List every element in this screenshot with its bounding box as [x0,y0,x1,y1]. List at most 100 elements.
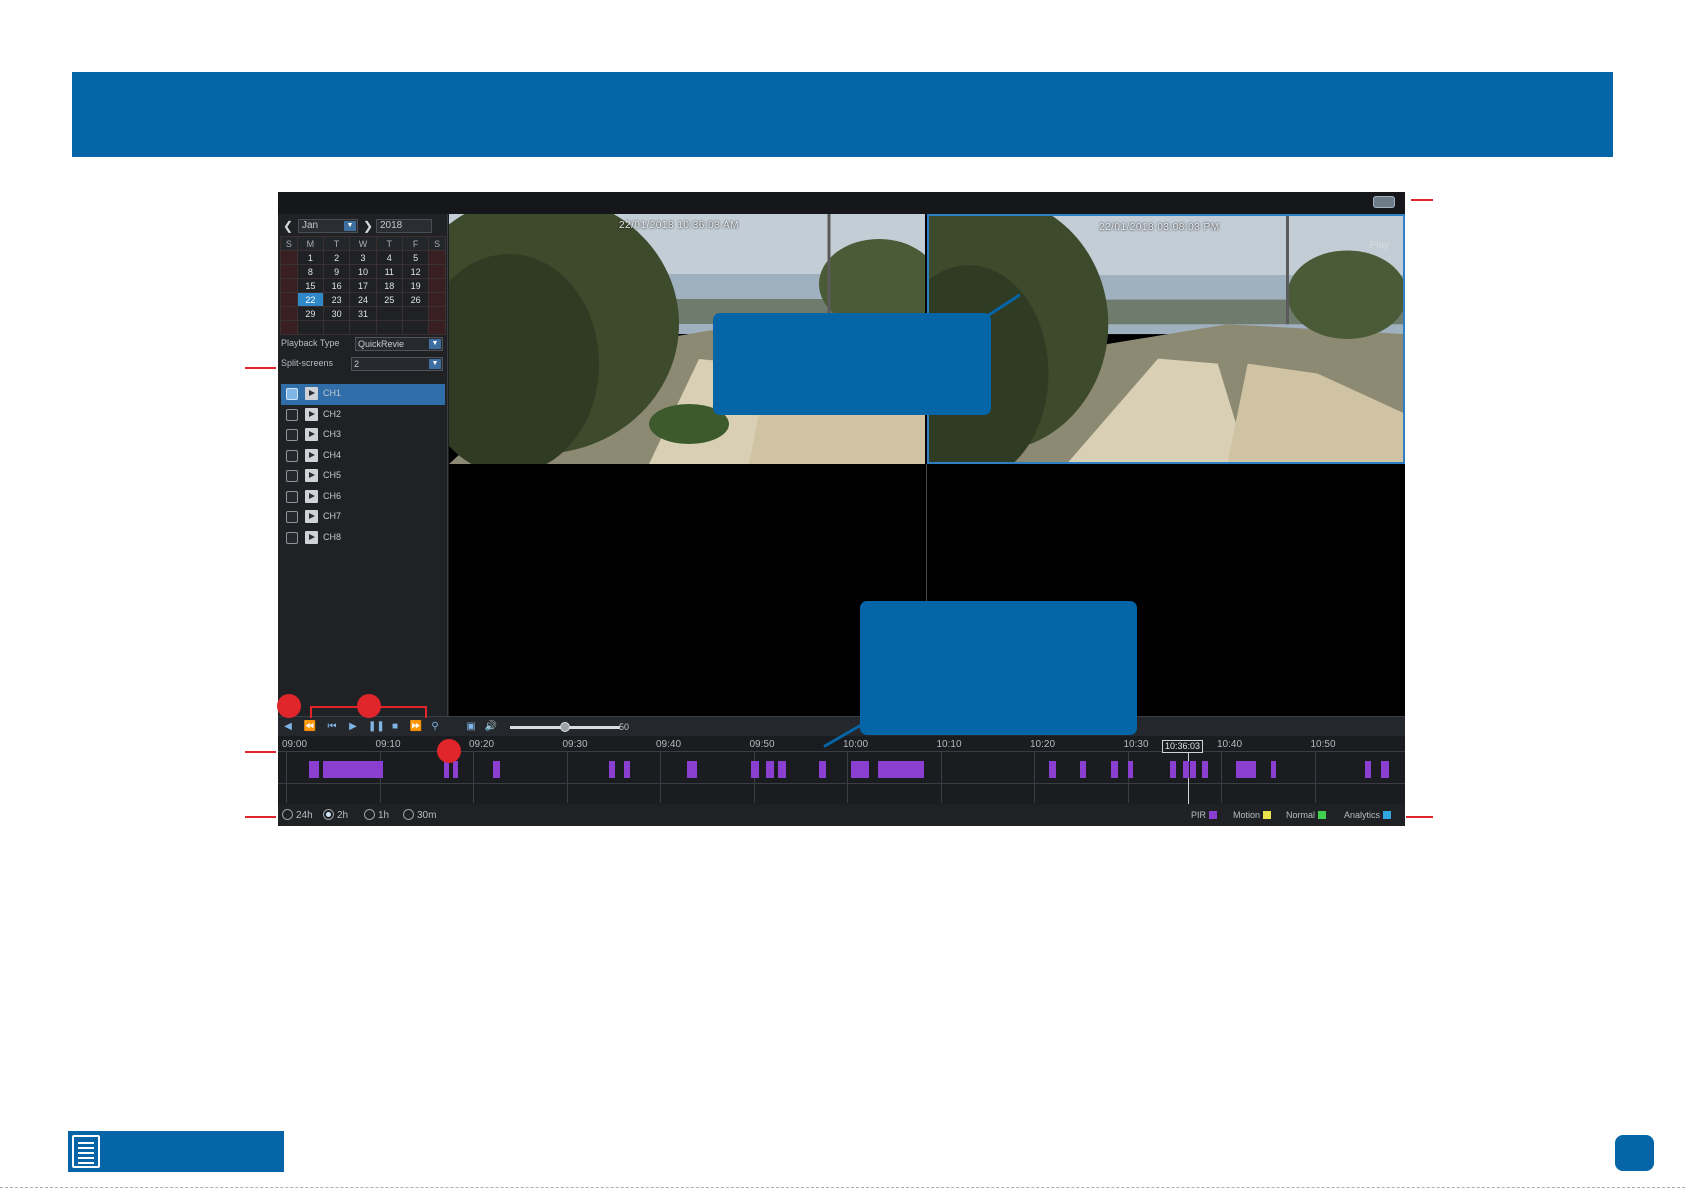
calendar-day[interactable]: 5 [401,250,430,265]
pir-recording-segment[interactable] [1111,761,1118,778]
calendar-day[interactable]: 17 [349,278,377,293]
calendar-day[interactable] [401,320,430,335]
pir-recording-segment[interactable] [453,761,458,778]
pir-recording-segment[interactable] [609,761,615,778]
calendar-day[interactable] [280,306,298,321]
pir-recording-segment[interactable] [493,761,500,778]
calendar-day[interactable]: 2 [323,250,351,265]
calendar-day[interactable]: 3 [349,250,377,265]
calendar-day[interactable]: 22 [296,292,325,307]
calendar-day[interactable] [401,306,430,321]
calendar-day[interactable]: 18 [375,278,403,293]
pir-recording-segment[interactable] [323,761,383,778]
calendar-day[interactable]: 11 [375,264,403,279]
calendar-day[interactable] [280,278,298,293]
month-select[interactable]: Jan ▼ [298,219,358,233]
pir-recording-segment[interactable] [778,761,786,778]
zoom-icon[interactable]: ⚲ [428,720,442,734]
channel-checkbox[interactable] [286,470,298,482]
calendar-day[interactable]: 4 [375,250,403,265]
calendar-day[interactable]: 12 [401,264,430,279]
exit-icon[interactable] [1373,196,1395,208]
channel-checkbox[interactable] [286,408,298,421]
calendar-day[interactable] [428,250,446,265]
calendar-day[interactable] [280,292,298,307]
step-back-icon[interactable]: ⏮ [324,720,340,734]
pir-recording-segment[interactable] [1365,761,1371,778]
calendar-day[interactable]: 16 [323,278,351,293]
calendar-day[interactable]: 24 [349,292,377,307]
pir-recording-segment[interactable] [1049,761,1056,778]
calendar-day[interactable]: 25 [375,292,403,307]
fullscreen-icon[interactable]: ▣ [464,720,478,734]
pir-recording-segment[interactable] [1183,761,1189,778]
play-icon[interactable]: ▶ [346,720,360,734]
channel-item[interactable]: CH8 [281,528,445,549]
calendar-day[interactable]: 29 [296,306,325,321]
contents-button[interactable] [68,1131,284,1172]
calendar-day[interactable] [280,250,298,265]
calendar-day[interactable]: 19 [401,278,430,293]
channel-item[interactable]: CH3 [281,425,445,446]
channel-item[interactable]: CH1 [281,384,445,405]
pir-recording-segment[interactable] [1128,761,1133,778]
pir-recording-segment[interactable] [751,761,759,778]
calendar-day[interactable]: 30 [323,306,351,321]
calendar-day[interactable]: 10 [349,264,377,279]
calendar-day[interactable] [375,320,403,335]
calendar-day[interactable]: 8 [296,264,325,279]
pir-recording-segment[interactable] [819,761,826,778]
channel-item[interactable]: CH6 [281,487,445,508]
channel-item[interactable]: CH2 [281,405,445,426]
range-option[interactable]: 30m [403,809,436,821]
calendar-day[interactable] [428,320,446,335]
calendar-day[interactable]: 15 [296,278,325,293]
pir-recording-segment[interactable] [1170,761,1176,778]
channel-item[interactable]: CH4 [281,446,445,467]
calendar-day[interactable] [428,292,446,307]
range-option[interactable]: 24h [282,809,313,821]
pir-recording-segment[interactable] [892,761,924,778]
pir-recording-segment[interactable] [1236,761,1256,778]
radio-button[interactable] [282,809,293,820]
calendar-day[interactable] [323,320,351,335]
calendar-day[interactable] [428,306,446,321]
volume-slider-handle[interactable] [560,722,570,732]
pir-recording-segment[interactable] [1202,761,1208,778]
calendar-day[interactable] [428,264,446,279]
fast-forward-icon[interactable]: ⏩ [408,720,424,734]
channel-item[interactable]: CH5 [281,466,445,487]
radio-button[interactable] [403,809,414,820]
calendar-day[interactable] [296,320,325,335]
channel-checkbox[interactable] [286,490,298,503]
pir-recording-segment[interactable] [1080,761,1086,778]
reverse-play-icon[interactable]: ◀ [282,720,294,734]
channel-checkbox[interactable] [286,449,298,462]
calendar-day[interactable]: 26 [401,292,430,307]
calendar-day[interactable] [349,320,377,335]
pir-recording-segment[interactable] [851,761,869,778]
calendar-day[interactable]: 31 [349,306,377,321]
pir-recording-segment[interactable] [1190,761,1196,778]
channel-checkbox[interactable] [286,429,298,441]
rewind-icon[interactable]: ⏪ [302,720,318,734]
calendar-day[interactable] [280,320,298,335]
video-cell-ch2[interactable]: 22/01/2018 03:08:03 PM Play [927,214,1405,464]
pir-recording-segment[interactable] [766,761,774,778]
calendar-day[interactable] [280,264,298,279]
range-option[interactable]: 2h [323,809,348,821]
pir-recording-segment[interactable] [1381,761,1389,778]
year-select[interactable]: 2018 [376,219,432,233]
calendar-day[interactable] [375,306,403,321]
pir-recording-segment[interactable] [878,761,892,778]
pir-recording-segment[interactable] [444,761,449,778]
channel-checkbox[interactable] [286,531,298,544]
volume-icon[interactable]: 🔊 [484,720,498,734]
calendar-day[interactable]: 23 [323,292,351,307]
pir-recording-segment[interactable] [687,761,697,778]
playback-type-select[interactable]: QuickRevie ▼ [355,337,443,351]
radio-button[interactable] [364,809,375,820]
pir-recording-segment[interactable] [624,761,630,778]
calendar-day[interactable]: 9 [323,264,351,279]
calendar-day[interactable]: 1 [296,250,325,265]
